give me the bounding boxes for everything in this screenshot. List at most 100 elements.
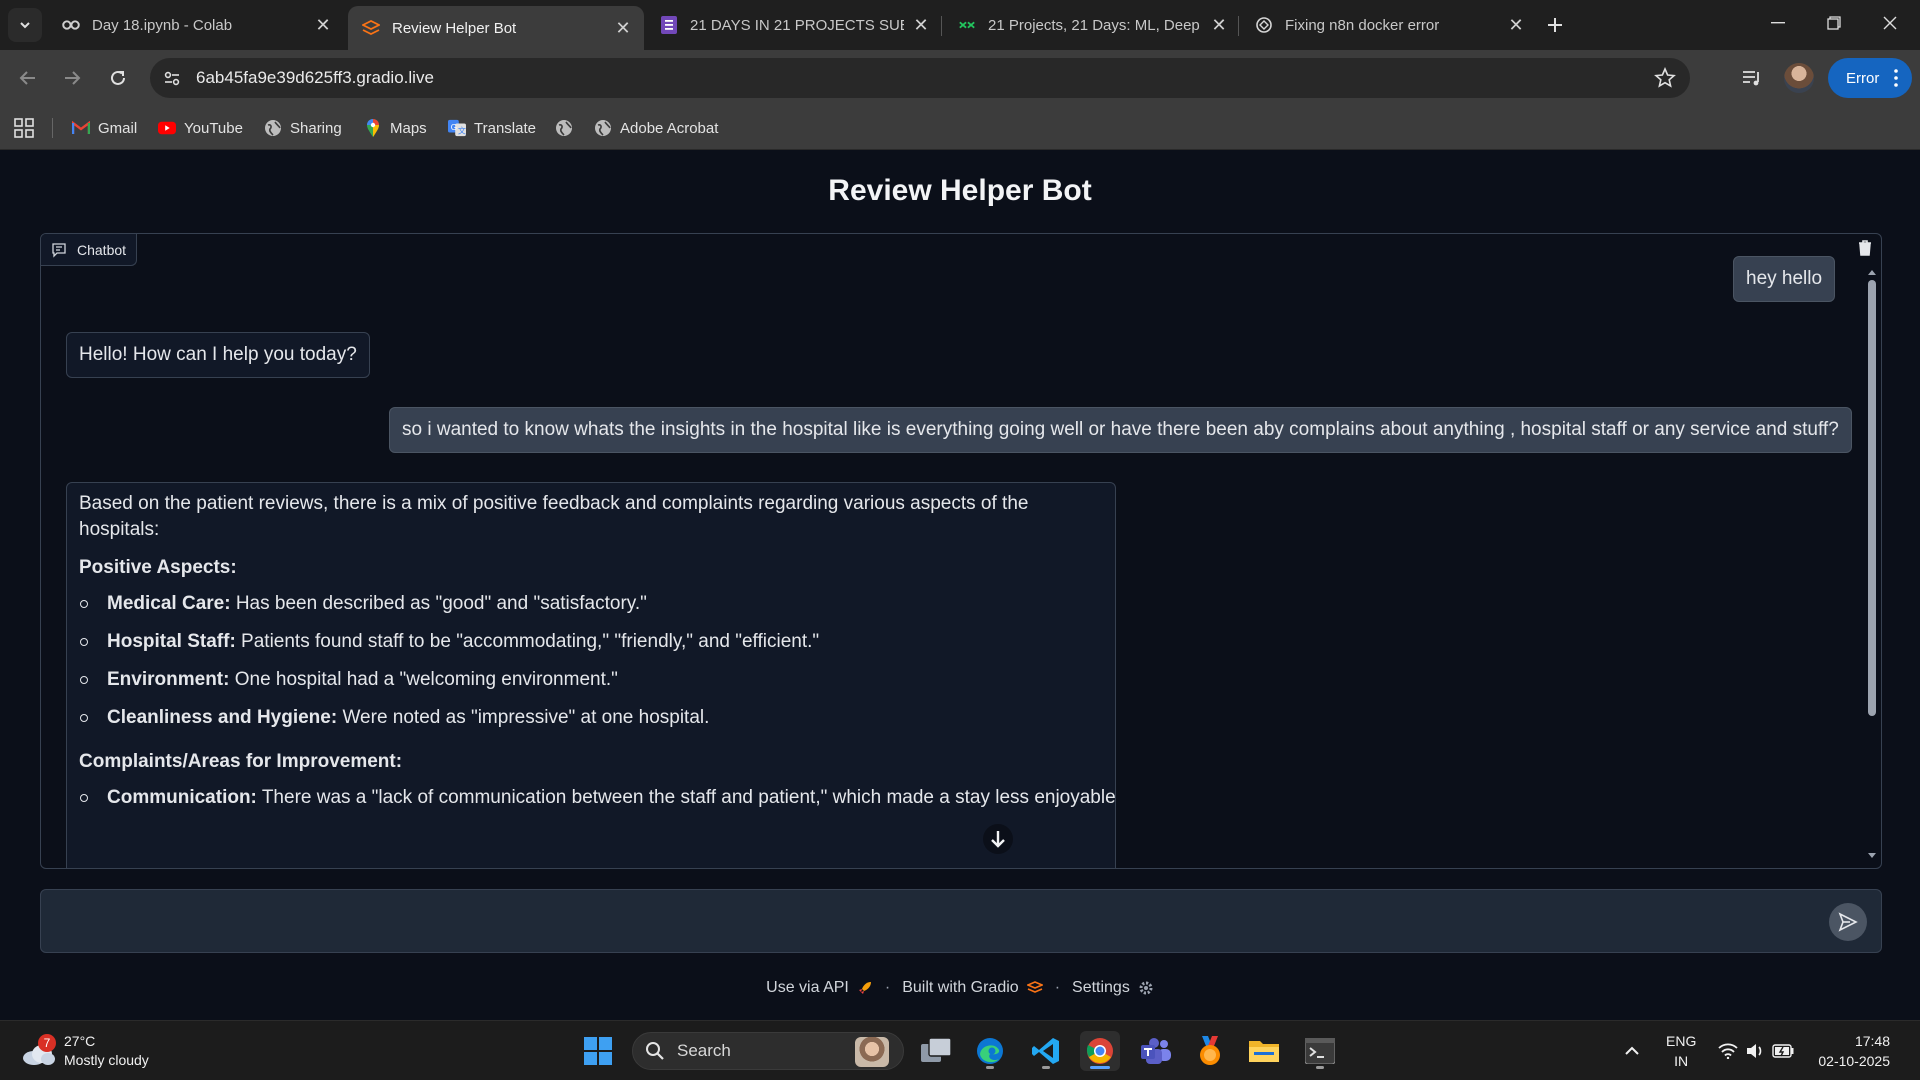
- site-info-icon[interactable]: [162, 68, 182, 88]
- weather-desc: Mostly cloudy: [64, 1052, 149, 1068]
- profile-avatar[interactable]: [1784, 63, 1814, 93]
- back-button[interactable]: [12, 62, 44, 94]
- address-bar[interactable]: 6ab45fa9e39d625ff3.gradio.live: [150, 58, 1690, 98]
- close-icon[interactable]: ✕: [1507, 15, 1525, 35]
- minimize-button[interactable]: [1750, 0, 1806, 46]
- built-with-gradio-link[interactable]: Built with Gradio: [902, 979, 1043, 997]
- bookmark-label: Gmail: [98, 119, 138, 137]
- browser-tab-strip: Day 18.ipynb - Colab ✕ Review Helper Bot…: [0, 0, 1920, 50]
- settings-link[interactable]: Settings: [1072, 979, 1154, 997]
- chevron-up-icon: [1625, 1046, 1639, 1055]
- bookmark-gmail[interactable]: Gmail: [72, 117, 137, 139]
- browser-toolbar: 6ab45fa9e39d625ff3.gradio.live Error: [0, 50, 1920, 106]
- taskbar-app-edge[interactable]: [970, 1031, 1010, 1071]
- taskbar-clock[interactable]: 17:48 02-10-2025: [1818, 1031, 1890, 1071]
- message-input-box[interactable]: [40, 889, 1882, 953]
- message-text: Hello! How can I help you today?: [79, 344, 357, 365]
- tab-forms[interactable]: 21 DAYS IN 21 PROJECTS SUBM ✕: [646, 6, 942, 44]
- item-label: Communication:: [107, 787, 257, 808]
- footer-separator: ·: [884, 979, 891, 996]
- taskbar-search[interactable]: Search: [632, 1032, 904, 1070]
- medal-icon: [1200, 1036, 1220, 1065]
- taskbar-app-file-explorer[interactable]: [1244, 1031, 1284, 1071]
- taskbar-app-badge[interactable]: [1190, 1031, 1230, 1071]
- media-control-button[interactable]: [1738, 64, 1766, 92]
- bookmark-globe[interactable]: [555, 117, 581, 139]
- close-window-button[interactable]: [1862, 0, 1918, 46]
- taskbar-app-vscode[interactable]: [1026, 1031, 1066, 1071]
- scroll-to-bottom-button[interactable]: [983, 824, 1013, 854]
- send-button[interactable]: [1829, 903, 1867, 941]
- item-text: Has been described as "good" and "satisf…: [230, 593, 647, 614]
- apps-button[interactable]: [14, 117, 34, 139]
- bookmark-label: Translate: [474, 119, 536, 137]
- chrome-icon: [1086, 1038, 1113, 1064]
- bullet-list: Medical Care: Has been described as "goo…: [79, 585, 1103, 737]
- tab-label: Day 18.ipynb - Colab: [92, 16, 233, 34]
- bookmark-youtube[interactable]: YouTube: [158, 117, 243, 139]
- bookmark-label: YouTube: [184, 119, 243, 137]
- plus-icon: [1548, 18, 1562, 32]
- footer-api-label: Use via API: [766, 979, 849, 996]
- reload-button[interactable]: [102, 62, 134, 94]
- restore-button[interactable]: [1806, 0, 1862, 46]
- message-bot: Hello! How can I help you today?: [66, 332, 370, 378]
- profile-status-label: Error: [1846, 69, 1880, 87]
- more-vert-icon: [1894, 69, 1898, 87]
- trash-icon[interactable]: [1855, 238, 1875, 258]
- message-text: so i wanted to know whats the insights i…: [402, 419, 1839, 440]
- youtube-icon: [158, 119, 176, 137]
- use-via-api-link[interactable]: Use via API: [766, 979, 873, 997]
- tab-review-helper-bot[interactable]: Review Helper Bot ✕: [348, 6, 644, 50]
- taskbar-app-teams[interactable]: [1136, 1031, 1176, 1071]
- language-indicator[interactable]: ENG IN: [1666, 1031, 1696, 1071]
- task-view-icon: [921, 1038, 951, 1062]
- close-icon[interactable]: ✕: [1210, 15, 1228, 35]
- chevron-down-icon: [20, 22, 30, 29]
- profile-error-button[interactable]: Error: [1828, 58, 1912, 98]
- scroll-up-icon[interactable]: [1867, 268, 1877, 276]
- clock-time: 17:48: [1854, 1033, 1890, 1049]
- message-user: hey hello: [1733, 256, 1836, 302]
- chatbot-panel: Chatbot hey hello Hello! How can I help …: [40, 233, 1882, 869]
- star-icon[interactable]: [1654, 67, 1676, 89]
- windows-taskbar: 7 27°C Mostly cloudy Search ENG IN 17:48…: [0, 1020, 1920, 1080]
- new-tab-button[interactable]: [1540, 10, 1570, 40]
- tab-21-projects[interactable]: 21 Projects, 21 Days: ML, Deep ✕: [944, 6, 1240, 44]
- running-indicator: [986, 1066, 994, 1069]
- bookmark-translate[interactable]: G文 Translate: [448, 117, 536, 139]
- close-icon[interactable]: ✕: [912, 15, 930, 35]
- tab-colab[interactable]: Day 18.ipynb - Colab ✕: [48, 6, 344, 44]
- globe-icon: [555, 119, 573, 137]
- url-text: 6ab45fa9e39d625ff3.gradio.live: [196, 68, 434, 87]
- start-button[interactable]: [578, 1031, 618, 1071]
- taskbar-app-terminal[interactable]: [1300, 1031, 1340, 1071]
- tab-label: Review Helper Bot: [392, 19, 517, 37]
- tab-search-button[interactable]: [8, 8, 42, 42]
- tab-n8n-docker[interactable]: Fixing n8n docker error ✕: [1241, 6, 1537, 44]
- arrow-down-icon: [991, 831, 1005, 848]
- scrollbar-thumb[interactable]: [1868, 280, 1876, 716]
- item-label: Medical Care:: [107, 593, 231, 614]
- close-icon[interactable]: ✕: [614, 18, 632, 38]
- message-input[interactable]: [55, 904, 1795, 940]
- bookmark-sharing[interactable]: Sharing: [264, 117, 342, 139]
- task-view-button[interactable]: [916, 1031, 956, 1071]
- weather-widget[interactable]: 7 27°C Mostly cloudy: [20, 1029, 149, 1073]
- clock-date: 02-10-2025: [1818, 1053, 1890, 1069]
- forward-button[interactable]: [56, 62, 88, 94]
- arrow-left-icon: [19, 71, 35, 85]
- chat-scrollbar[interactable]: [1865, 268, 1877, 860]
- show-hidden-icons-button[interactable]: [1618, 1029, 1646, 1073]
- bookmark-adobe-acrobat[interactable]: Adobe Acrobat: [594, 117, 718, 139]
- message-text: hey hello: [1746, 268, 1823, 289]
- close-icon[interactable]: ✕: [314, 15, 332, 35]
- system-tray-status[interactable]: [1714, 1029, 1798, 1073]
- taskbar-app-chrome[interactable]: [1080, 1031, 1120, 1071]
- svg-text:G: G: [451, 123, 457, 132]
- bookmark-maps[interactable]: Maps: [364, 117, 427, 139]
- scroll-down-icon[interactable]: [1867, 852, 1877, 860]
- page-title: Review Helper Bot: [828, 174, 1092, 207]
- message-bot: Based on the patient reviews, there is a…: [66, 482, 1116, 868]
- weather-temp: 27°C: [64, 1033, 96, 1049]
